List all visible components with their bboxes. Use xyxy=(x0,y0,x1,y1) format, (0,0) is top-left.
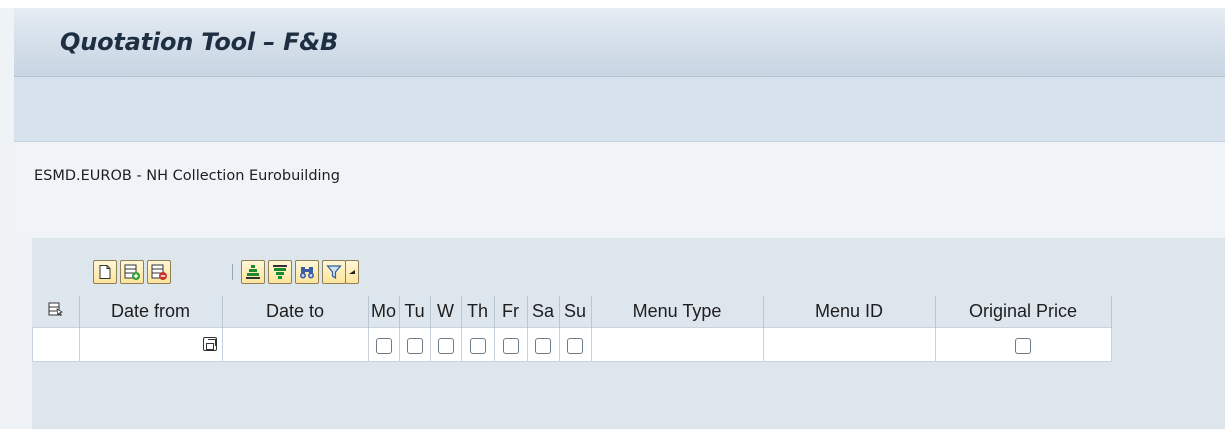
sort-descending-button[interactable] xyxy=(268,260,292,284)
col-header-fr[interactable]: Fr xyxy=(494,296,528,328)
select-all-cell[interactable] xyxy=(32,296,80,328)
w-checkbox[interactable] xyxy=(437,337,454,354)
col-header-menu-type[interactable]: Menu Type xyxy=(591,296,764,328)
grid-toolbar xyxy=(32,238,1225,296)
table-row xyxy=(32,327,1112,362)
tu-checkbox[interactable] xyxy=(406,337,423,354)
sort-descending-icon xyxy=(273,265,287,279)
original-price-cell xyxy=(934,327,1112,362)
col-header-th[interactable]: Th xyxy=(461,296,495,328)
left-border xyxy=(0,8,14,429)
col-header-mo[interactable]: Mo xyxy=(368,296,400,328)
su-cell xyxy=(558,327,592,362)
select-all-icon xyxy=(48,302,63,317)
fr-checkbox[interactable] xyxy=(502,337,519,354)
col-header-date-from[interactable]: Date from xyxy=(79,296,223,328)
col-header-menu-id[interactable]: Menu ID xyxy=(763,296,936,328)
new-document-icon xyxy=(99,265,111,279)
mo-checkbox[interactable] xyxy=(375,337,392,354)
menu-id-input[interactable] xyxy=(762,327,936,362)
header-row: Date from Date to Mo Tu W Th Fr Sa Su Me… xyxy=(32,296,1112,328)
header-area: ESMD.EUROB - NH Collection Eurobuilding xyxy=(14,142,1225,238)
date-to-input[interactable] xyxy=(221,327,369,362)
th-checkbox[interactable] xyxy=(469,337,486,354)
row-selector[interactable] xyxy=(32,327,80,362)
delete-row-icon xyxy=(151,264,167,280)
main-window: Quotation Tool – F&B ESMD.EUROB - NH Col… xyxy=(14,8,1225,429)
alv-grid: Date from Date to Mo Tu W Th Fr Sa Su Me… xyxy=(32,238,1225,429)
col-header-su[interactable]: Su xyxy=(559,296,592,328)
hotel-label: ESMD.EUROB - NH Collection Eurobuilding xyxy=(34,168,340,184)
sa-checkbox[interactable] xyxy=(535,337,551,354)
top-gap xyxy=(0,0,1225,8)
filter-button[interactable] xyxy=(322,260,346,284)
mo-cell xyxy=(367,327,400,362)
col-header-w[interactable]: W xyxy=(430,296,462,328)
data-table: Date from Date to Mo Tu W Th Fr Sa Su Me… xyxy=(32,296,1112,362)
title-bar: Quotation Tool – F&B xyxy=(14,8,1225,77)
page-title: Quotation Tool – F&B xyxy=(60,28,339,56)
application-toolbar xyxy=(14,77,1225,142)
insert-row-icon xyxy=(124,264,140,280)
tu-cell xyxy=(398,327,431,362)
col-header-date-to[interactable]: Date to xyxy=(222,296,369,328)
new-row-button[interactable] xyxy=(93,260,117,284)
su-checkbox[interactable] xyxy=(567,337,583,354)
fr-cell xyxy=(493,327,528,362)
th-cell xyxy=(460,327,495,362)
dropdown-arrow-icon xyxy=(349,270,355,274)
find-button[interactable] xyxy=(295,260,319,284)
delete-row-button[interactable] xyxy=(147,260,171,284)
col-header-original-price[interactable]: Original Price xyxy=(935,296,1112,328)
date-from-input[interactable] xyxy=(78,327,223,362)
toolbar-separator xyxy=(232,264,233,280)
filter-icon xyxy=(326,265,342,280)
binoculars-icon xyxy=(300,267,314,279)
insert-row-button[interactable] xyxy=(120,260,144,284)
sort-ascending-icon xyxy=(246,265,260,279)
value-help-icon[interactable] xyxy=(202,337,217,351)
filter-dropdown-button[interactable] xyxy=(345,260,359,284)
col-header-sa[interactable]: Sa xyxy=(527,296,560,328)
col-header-tu[interactable]: Tu xyxy=(399,296,431,328)
sort-ascending-button[interactable] xyxy=(241,260,265,284)
original-price-checkbox[interactable] xyxy=(1015,337,1031,354)
menu-type-input[interactable] xyxy=(590,327,764,362)
sa-cell xyxy=(526,327,560,362)
w-cell xyxy=(429,327,462,362)
